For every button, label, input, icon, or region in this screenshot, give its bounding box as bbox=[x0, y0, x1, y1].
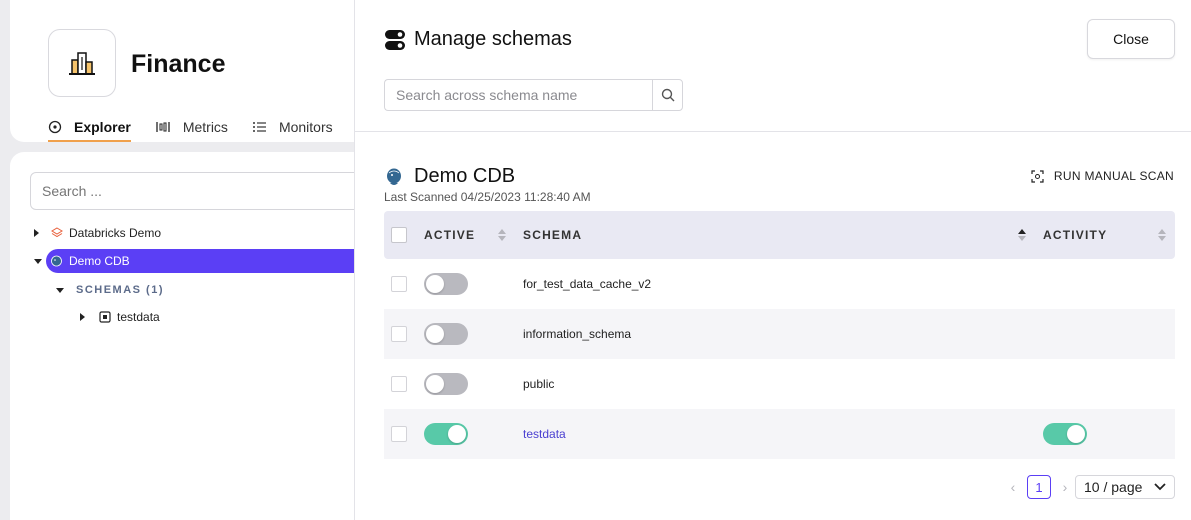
tab-monitors-label: Monitors bbox=[278, 119, 333, 135]
tree-item-demo-cdb[interactable]: Demo CDB bbox=[34, 249, 370, 273]
chevron-down-icon bbox=[1154, 483, 1166, 491]
select-all-checkbox[interactable] bbox=[391, 227, 407, 243]
schema-name: for_test_data_cache_v2 bbox=[523, 277, 652, 291]
explorer-tree-panel: Databricks Demo Demo CDB SCHEMAS (1) tes… bbox=[10, 152, 370, 520]
page-size-value: 10 / page bbox=[1084, 479, 1143, 495]
tree-group-schemas[interactable]: SCHEMAS (1) bbox=[56, 278, 164, 302]
tree-item-testdata[interactable]: testdata bbox=[80, 305, 160, 329]
active-toggle[interactable] bbox=[424, 323, 468, 345]
metrics-icon bbox=[156, 122, 170, 132]
tree-item-label: testdata bbox=[117, 310, 160, 324]
column-header-schema[interactable]: SCHEMA bbox=[523, 228, 582, 242]
schema-search bbox=[384, 79, 683, 111]
row-checkbox[interactable] bbox=[391, 426, 407, 442]
sort-icon[interactable] bbox=[1158, 229, 1166, 241]
table-header: ACTIVE SCHEMA ACTIVITY bbox=[384, 211, 1175, 259]
app-title: Finance bbox=[131, 50, 226, 78]
divider bbox=[355, 131, 1191, 132]
postgres-icon bbox=[387, 168, 401, 185]
chevron-down-icon[interactable] bbox=[56, 287, 64, 293]
active-toggle[interactable] bbox=[424, 423, 468, 445]
tab-monitors[interactable]: Monitors bbox=[252, 112, 333, 142]
schema-name: public bbox=[523, 377, 555, 391]
list-icon bbox=[252, 122, 266, 132]
finance-logo-icon bbox=[48, 29, 116, 97]
sort-icon[interactable] bbox=[498, 229, 506, 241]
app-header: Finance Explorer Metrics Monitors bbox=[10, 0, 370, 142]
table-row: for_test_data_cache_v2 bbox=[384, 259, 1175, 309]
search-icon bbox=[661, 88, 674, 102]
tree-search-input[interactable] bbox=[30, 172, 370, 210]
last-scanned-text: Last Scanned 04/25/2023 11:28:40 AM bbox=[384, 190, 591, 204]
row-checkbox[interactable] bbox=[391, 326, 407, 342]
tree-item-label: Demo CDB bbox=[69, 254, 130, 268]
column-header-active[interactable]: ACTIVE bbox=[424, 228, 475, 242]
chevron-right-icon[interactable] bbox=[80, 313, 85, 321]
page-size-select[interactable]: 10 / page bbox=[1075, 475, 1175, 499]
pagination: ‹ 1 › bbox=[1007, 475, 1071, 499]
tab-explorer[interactable]: Explorer bbox=[48, 112, 131, 142]
chevron-down-icon[interactable] bbox=[34, 258, 42, 264]
schema-search-input[interactable] bbox=[384, 79, 652, 111]
chevron-right-icon[interactable] bbox=[34, 229, 39, 237]
row-checkbox[interactable] bbox=[391, 376, 407, 392]
search-button[interactable] bbox=[652, 79, 683, 111]
schema-icon bbox=[99, 311, 111, 323]
activity-toggle[interactable] bbox=[1043, 423, 1087, 445]
db-name: Demo CDB bbox=[414, 165, 516, 187]
column-header-activity[interactable]: ACTIVITY bbox=[1043, 228, 1107, 242]
sort-ascending-icon[interactable] bbox=[1018, 229, 1026, 241]
close-button[interactable]: Close bbox=[1087, 19, 1175, 59]
active-toggle[interactable] bbox=[424, 273, 468, 295]
tab-metrics[interactable]: Metrics bbox=[155, 112, 228, 142]
db-title: Demo CDB bbox=[384, 165, 515, 188]
page-1-button[interactable]: 1 bbox=[1027, 475, 1051, 499]
schema-name: information_schema bbox=[523, 327, 632, 341]
table-row: testdata bbox=[384, 409, 1175, 459]
scan-icon bbox=[1031, 169, 1044, 183]
tree-item-databricks-demo[interactable]: Databricks Demo bbox=[34, 221, 354, 245]
postgres-icon bbox=[51, 255, 62, 266]
databricks-icon bbox=[51, 227, 63, 238]
main-nav: Explorer Metrics Monitors bbox=[48, 112, 357, 142]
run-manual-scan-button[interactable]: RUN MANUAL SCAN bbox=[1031, 169, 1174, 183]
table-row: information_schema bbox=[384, 309, 1175, 359]
table-row: public bbox=[384, 359, 1175, 409]
target-icon bbox=[48, 120, 62, 134]
tab-metrics-label: Metrics bbox=[182, 119, 228, 135]
schema-link[interactable]: testdata bbox=[523, 427, 566, 441]
tab-explorer-label: Explorer bbox=[74, 119, 131, 135]
run-manual-scan-label: RUN MANUAL SCAN bbox=[1053, 169, 1174, 183]
schemas-table: ACTIVE SCHEMA ACTIVITY for_test_data_cac… bbox=[384, 211, 1175, 459]
row-checkbox[interactable] bbox=[391, 276, 407, 292]
tree-item-label: Databricks Demo bbox=[69, 226, 162, 240]
schemas-group-label: SCHEMAS (1) bbox=[76, 284, 165, 296]
database-toggle-icon bbox=[385, 29, 405, 50]
active-toggle[interactable] bbox=[424, 373, 468, 395]
drawer-title-text: Manage schemas bbox=[414, 28, 572, 50]
drawer-title: Manage schemas bbox=[384, 28, 572, 51]
manage-schemas-drawer: Manage schemas Close Demo CDB Last Scann… bbox=[354, 0, 1191, 520]
prev-page-button[interactable]: ‹ bbox=[1007, 479, 1019, 495]
next-page-button[interactable]: › bbox=[1059, 479, 1071, 495]
